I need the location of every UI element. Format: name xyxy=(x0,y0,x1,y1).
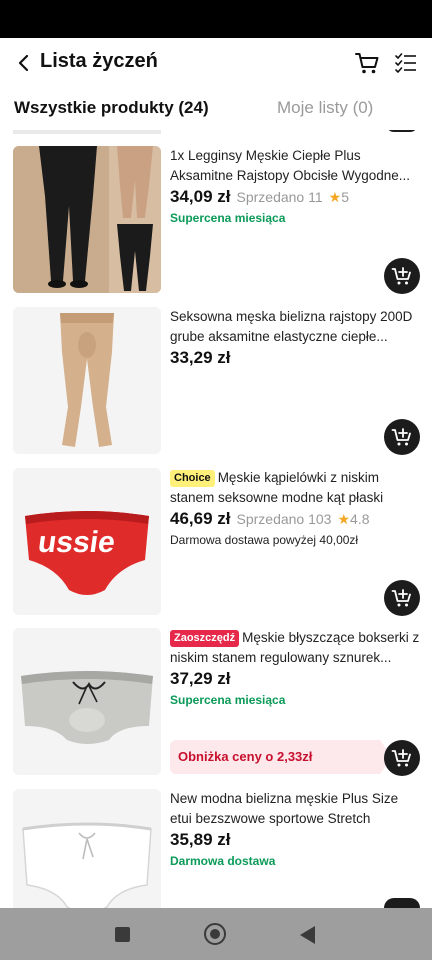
previous-item-edge xyxy=(13,130,161,134)
product-title[interactable]: New modna bielizna męskie Plus Size etui… xyxy=(170,789,420,829)
add-to-cart-button[interactable] xyxy=(384,258,420,294)
list-item[interactable]: 1x Legginsy Męskie Ciepłe Plus Aksamitne… xyxy=(0,146,432,296)
tab-bar: Wszystkie produkty (24) Moje listy (0) xyxy=(0,88,432,130)
price-row: 33,29 zł xyxy=(170,348,420,370)
rating-value: 5 xyxy=(341,189,349,205)
tab-my-lists[interactable]: Moje listy (0) xyxy=(277,98,373,118)
product-info: Choice Męskie kąpielówki z niskim stanem … xyxy=(170,468,420,547)
recent-apps-icon[interactable] xyxy=(115,927,130,942)
status-bar xyxy=(0,0,432,38)
add-to-cart-button[interactable] xyxy=(384,740,420,776)
price-row: 37,29 zł xyxy=(170,669,420,691)
rating: ★4.8 xyxy=(337,511,369,528)
sold-count: Sprzedano 103 xyxy=(236,511,332,527)
star-icon: ★ xyxy=(328,189,342,205)
back-button[interactable] xyxy=(10,49,38,77)
product-info: 1x Legginsy Męskie Ciepłe Plus Aksamitne… xyxy=(170,146,420,225)
list-item[interactable]: New modna bielizna męskie Plus Size etui… xyxy=(0,789,432,908)
product-image-nude-tights[interactable] xyxy=(13,307,161,454)
page-title: Lista życzeń xyxy=(40,50,158,72)
rating-value: 4.8 xyxy=(350,511,370,527)
list-item[interactable]: ussie Choice Męskie kąpielówki z niskim s… xyxy=(0,468,432,618)
home-icon[interactable] xyxy=(204,923,226,945)
product-image-black-leggings[interactable] xyxy=(13,146,161,293)
promo-label: Supercena miesiąca xyxy=(170,693,286,707)
add-to-cart-button[interactable] xyxy=(384,419,420,455)
add-to-cart-button[interactable] xyxy=(384,898,420,908)
shipping-info: Darmowa dostawa powyżej 40,00zł xyxy=(170,533,359,547)
list-item[interactable]: Seksowna męska bielizna rajstopy 200D gr… xyxy=(0,307,432,457)
product-image-red-swim-briefs[interactable]: ussie xyxy=(13,468,161,615)
manage-list-button[interactable] xyxy=(391,48,421,78)
promo-label: Supercena miesiąca xyxy=(170,211,286,225)
checklist-icon xyxy=(395,53,416,73)
svg-text:ussie: ussie xyxy=(36,526,117,559)
product-image-silver-briefs[interactable] xyxy=(13,628,161,775)
star-icon: ★ xyxy=(337,511,351,527)
product-list: 1x Legginsy Męskie Ciepłe Plus Aksamitne… xyxy=(0,130,432,908)
add-to-cart-icon xyxy=(391,589,411,607)
product-price: 33,29 zł xyxy=(170,348,231,367)
system-nav-bar xyxy=(0,908,432,960)
price-drop-text: Obniżka ceny o 2,33zł xyxy=(178,749,313,764)
save-badge: Zaoszczędź xyxy=(170,630,240,647)
product-title[interactable]: 1x Legginsy Męskie Ciepłe Plus Aksamitne… xyxy=(170,146,420,186)
promo-label: Darmowa dostawa xyxy=(170,854,276,868)
product-price: 37,29 zł xyxy=(170,669,231,688)
product-price: 46,69 zł xyxy=(170,509,231,528)
back-arrow-icon xyxy=(18,54,29,72)
product-info: Seksowna męska bielizna rajstopy 200D gr… xyxy=(170,307,420,370)
price-row: 34,09 zł Sprzedano 11 ★5 xyxy=(170,187,420,209)
price-drop-banner: Obniżka ceny o 2,33zł xyxy=(170,740,392,774)
tab-all-products[interactable]: Wszystkie produkty (24) xyxy=(14,98,209,118)
add-to-cart-icon xyxy=(391,267,411,285)
add-to-cart-button[interactable] xyxy=(386,130,418,132)
product-price: 34,09 zł xyxy=(170,187,231,206)
product-info: Zaoszczędź Męskie błyszczące bokserki z n… xyxy=(170,628,420,707)
price-row: 46,69 zł Sprzedano 103 ★4.8 xyxy=(170,509,420,531)
back-triangle-icon[interactable] xyxy=(300,926,315,944)
product-image-white-briefs[interactable] xyxy=(13,789,161,908)
add-to-cart-button[interactable] xyxy=(384,580,420,616)
product-price: 35,89 zł xyxy=(170,830,231,849)
product-title[interactable]: Seksowna męska bielizna rajstopy 200D gr… xyxy=(170,307,420,347)
rating: ★5 xyxy=(329,189,349,206)
product-title[interactable]: Choice Męskie kąpielówki z niskim stanem … xyxy=(170,468,420,508)
cart-button[interactable] xyxy=(352,48,382,78)
choice-badge: Choice xyxy=(170,470,215,487)
app-header: Lista życzeń xyxy=(0,38,432,88)
product-info: New modna bielizna męskie Plus Size etui… xyxy=(170,789,420,868)
add-to-cart-icon xyxy=(391,428,411,446)
cart-icon xyxy=(355,53,379,74)
list-item[interactable]: Zaoszczędź Męskie błyszczące bokserki z n… xyxy=(0,628,432,778)
price-row: 35,89 zł xyxy=(170,830,420,852)
sold-count: Sprzedano 11 xyxy=(236,189,323,205)
add-to-cart-icon xyxy=(391,749,411,767)
product-title[interactable]: Zaoszczędź Męskie błyszczące bokserki z n… xyxy=(170,628,420,668)
